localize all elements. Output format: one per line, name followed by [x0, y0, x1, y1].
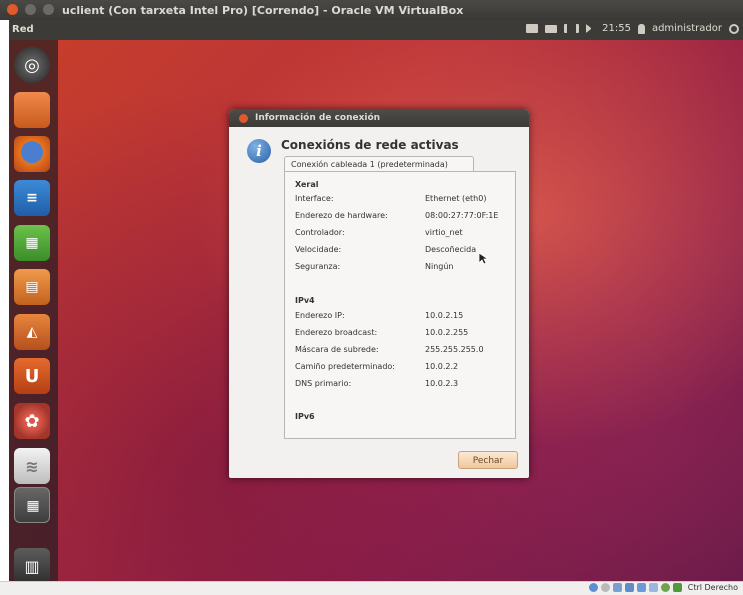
- folder-icon: [14, 92, 50, 128]
- broadcast-label: Enderezo broadcast:: [295, 328, 378, 337]
- section-ipv6-heading: IPv6: [295, 412, 315, 421]
- section-ipv4-heading: IPv4: [295, 296, 315, 305]
- vbox-window-title: uclient (Con tarxeta Intel Pro) [Corrend…: [62, 4, 464, 17]
- software-center-icon[interactable]: ◭: [14, 314, 50, 350]
- network-settings-icon[interactable]: ≋: [14, 448, 50, 484]
- default-route-label: Camiño predeterminado:: [295, 362, 395, 371]
- hard-disk-icon[interactable]: [588, 583, 598, 592]
- active-app-name: Red: [12, 24, 34, 35]
- dash-home-icon[interactable]: ◎: [14, 47, 50, 83]
- primary-dns-value: 10.0.2.3: [425, 379, 459, 388]
- speed-value: Descoñecida: [425, 245, 477, 254]
- launcher: ◎ ≡ ▦ ▤ ◭ U ✿ ≋ ▦ ▥: [9, 40, 58, 581]
- subnet-mask-value: 255.255.255.0: [425, 345, 484, 354]
- presentation-icon: ▤: [25, 279, 39, 295]
- usb-icon[interactable]: [612, 583, 622, 592]
- files-icon[interactable]: [14, 92, 50, 128]
- guest-desktop: Red 21:55 administrador ◎ ≡ ▦ ▤ ◭ U ✿ ≋ …: [9, 20, 743, 581]
- tab-connection[interactable]: Conexión cableada 1 (predeterminada): [284, 156, 474, 171]
- ubuntu-one-icon[interactable]: U: [14, 358, 50, 394]
- maximize-window-button[interactable]: [42, 4, 54, 15]
- workspace-switcher-icon[interactable]: ▦: [14, 487, 50, 523]
- ip-address-label: Enderezo IP:: [295, 311, 345, 320]
- mouse-integration-icon[interactable]: [672, 583, 682, 592]
- user-name[interactable]: administrador: [652, 23, 722, 34]
- speed-label: Velocidade:: [295, 245, 342, 254]
- firefox-icon[interactable]: [14, 136, 50, 172]
- session-gear-icon[interactable]: [729, 23, 739, 34]
- optical-drive-icon[interactable]: [600, 583, 610, 592]
- capture-icon[interactable]: [660, 583, 670, 592]
- status-icons: Ctrl Derecho: [588, 583, 738, 592]
- ip-address-value: 10.0.2.15: [425, 311, 464, 320]
- calc-icon[interactable]: ▦: [14, 225, 50, 261]
- letter-u-icon: U: [24, 365, 40, 387]
- shopping-bag-icon: ◭: [26, 324, 38, 340]
- dialog-close-button[interactable]: [239, 114, 248, 123]
- driver-value: virtio_net: [425, 228, 463, 237]
- host-key-label: Ctrl Derecho: [687, 583, 738, 592]
- writer-icon[interactable]: ≡: [14, 180, 50, 216]
- security-value: Ningún: [425, 262, 454, 271]
- system-settings-icon[interactable]: ✿: [14, 403, 50, 439]
- security-label: Seguranza:: [295, 262, 341, 271]
- info-icon: i: [247, 139, 271, 163]
- vbox-titlebar: uclient (Con tarxeta Intel Pro) [Corrend…: [0, 0, 743, 20]
- driver-label: Controlador:: [295, 228, 345, 237]
- network-icon[interactable]: [564, 24, 580, 33]
- subnet-mask-label: Máscara de subrede:: [295, 345, 379, 354]
- mail-icon[interactable]: [526, 24, 539, 33]
- impress-icon[interactable]: ▤: [14, 269, 50, 305]
- default-route-value: 10.0.2.2: [425, 362, 459, 371]
- ubuntu-logo-icon: ◎: [24, 54, 40, 76]
- mouse-pointer-icon: [479, 253, 489, 265]
- dialog-titlebar: Información de conexión: [229, 109, 529, 127]
- interface-label: Interface:: [295, 194, 334, 203]
- broadcast-value: 10.0.2.255: [425, 328, 469, 337]
- primary-dns-label: DNS primario:: [295, 379, 352, 388]
- dialog-heading: Conexións de rede activas: [281, 138, 459, 152]
- wifi-icon: ≋: [25, 456, 39, 476]
- volume-icon[interactable]: [586, 24, 595, 33]
- display-icon[interactable]: [648, 583, 658, 592]
- user-icon: [637, 23, 645, 34]
- hardware-address-value: 08:00:27:77:0F:1E: [425, 211, 499, 220]
- indicator-area: 21:55 administrador: [526, 23, 739, 34]
- gear-icon: ✿: [24, 410, 40, 432]
- network-adapter-icon[interactable]: [624, 583, 634, 592]
- hardware-address-label: Enderezo de hardware:: [295, 211, 388, 220]
- document-icon: ≡: [26, 190, 38, 206]
- close-button[interactable]: Pechar: [458, 451, 518, 469]
- section-general-heading: Xeral: [295, 180, 319, 189]
- top-panel: Red 21:55 administrador: [9, 20, 743, 40]
- bin-icon: ▥: [24, 556, 40, 576]
- connection-info-dialog: Información de conexión i Conexións de r…: [229, 109, 529, 478]
- clock[interactable]: 21:55: [602, 23, 631, 34]
- shared-folders-icon[interactable]: [636, 583, 646, 592]
- trash-icon[interactable]: ▥: [14, 548, 50, 581]
- dialog-title: Información de conexión: [255, 113, 381, 123]
- close-window-button[interactable]: [7, 4, 18, 15]
- vbox-status-bar: Ctrl Derecho: [0, 581, 743, 595]
- window-controls: [7, 4, 57, 18]
- minimize-window-button[interactable]: [24, 4, 36, 15]
- interface-value: Ethernet (eth0): [425, 194, 487, 203]
- spreadsheet-icon: ▦: [25, 235, 39, 251]
- keyboard-icon[interactable]: [545, 24, 558, 33]
- connection-details-panel: Xeral Interface: Ethernet (eth0) Enderez…: [284, 171, 516, 439]
- workspace-grid-icon: ▦: [26, 498, 40, 514]
